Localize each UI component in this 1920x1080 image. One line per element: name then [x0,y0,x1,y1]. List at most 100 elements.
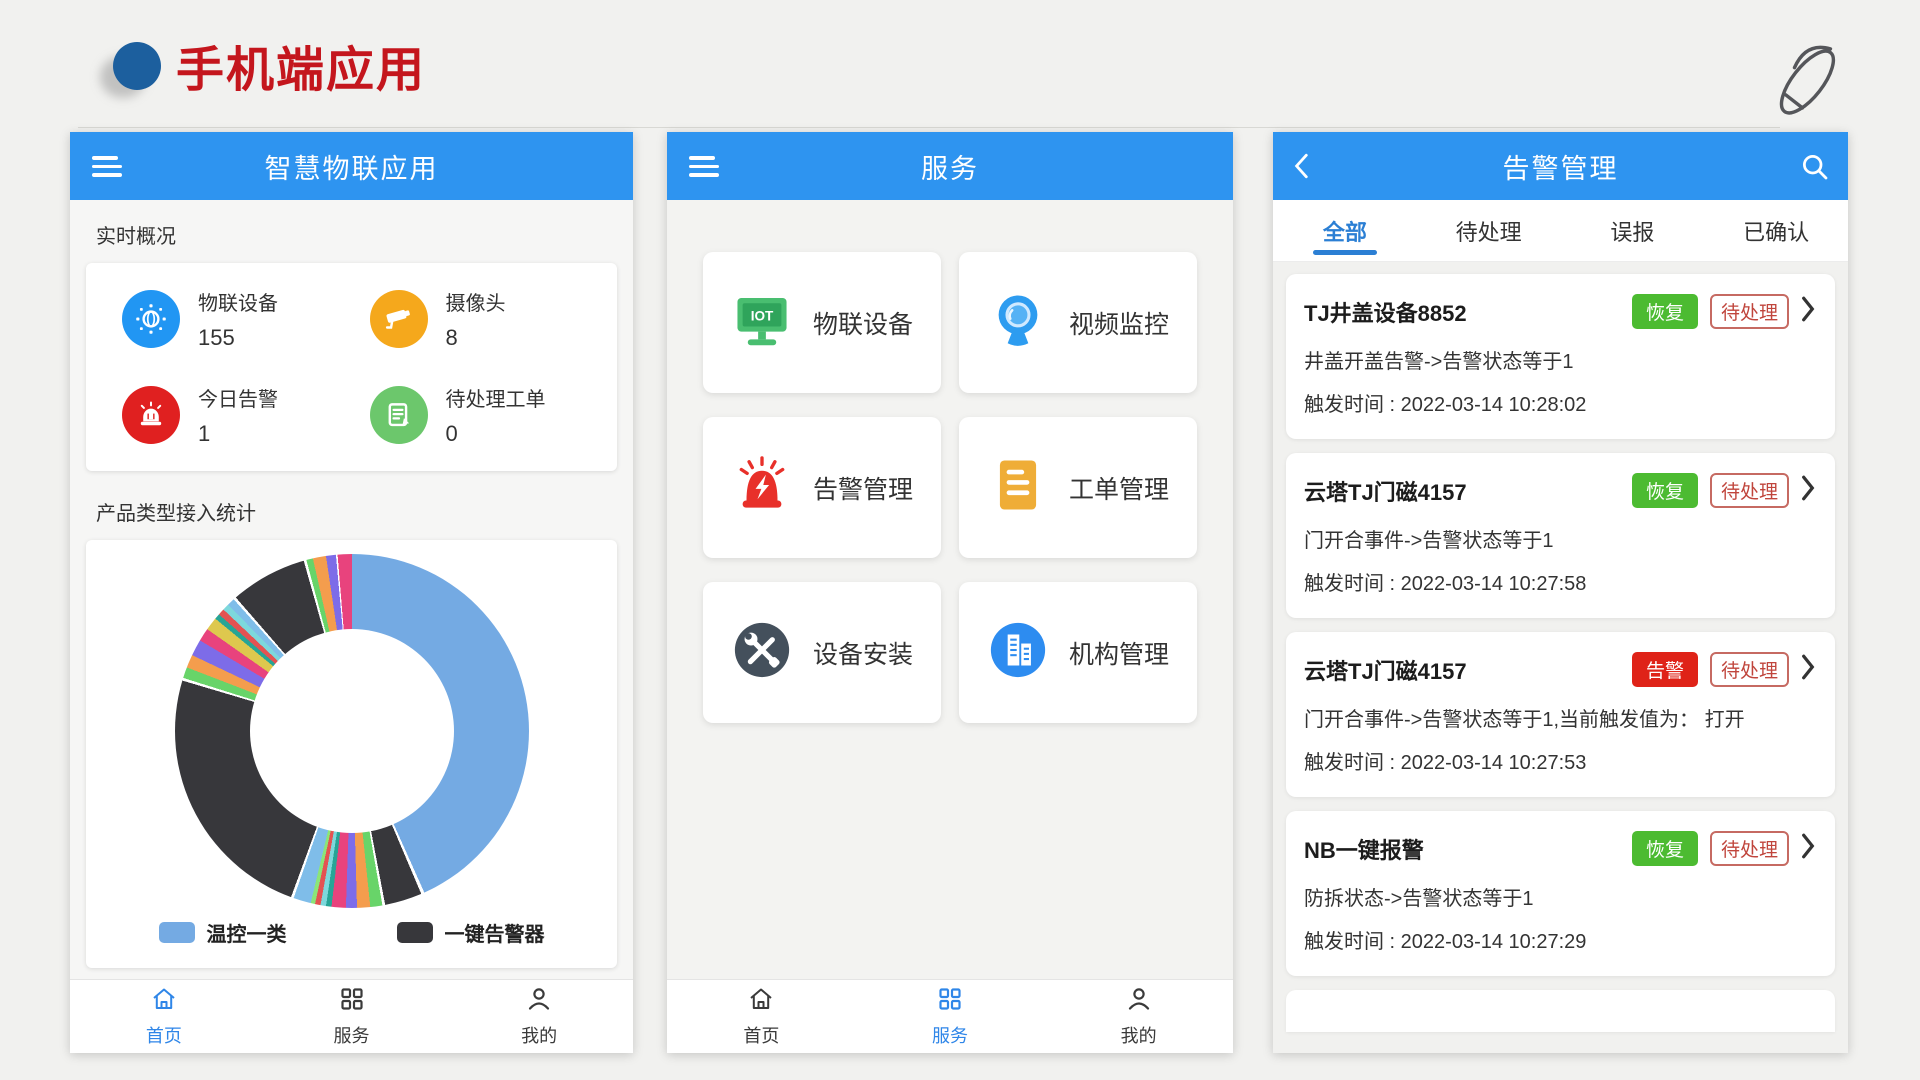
status-badge: 恢复 [1632,473,1698,508]
status-badge: 恢复 [1632,831,1698,866]
tab-pending[interactable]: 待处理 [1417,200,1561,261]
svg-text:IOT: IOT [751,309,774,324]
alarm-trigger-time: 触发时间 : 2022-03-14 10:28:02 [1304,388,1817,417]
iot-monitor-icon: IOT [731,289,793,356]
page-title: 手机端应用 [176,30,426,100]
home-icon [747,985,775,1018]
stat-label: 待处理工单 [446,383,546,412]
stat-pending-workorders[interactable]: 待处理工单 0 [352,383,600,447]
stat-value: 8 [446,325,506,351]
tab-all[interactable]: 全部 [1273,200,1417,261]
alarm-list: TJ井盖设备8852 恢复 待处理 井盖开盖告警->告警状态等于1 触发时间 :… [1273,262,1848,1032]
tab-confirmed[interactable]: 已确认 [1704,200,1848,261]
section-label-realtime: 实时概况 [70,200,633,261]
legend-swatch [159,922,195,943]
service-workorder-management[interactable]: 工单管理 [959,417,1197,558]
nav-home[interactable]: 首页 [70,985,258,1048]
stat-value: 0 [446,421,546,447]
chevron-right-icon[interactable] [1799,653,1817,686]
alarm-card[interactable]: NB一键报警 恢复 待处理 防拆状态->告警状态等于1 触发时间 : 2022-… [1286,811,1835,976]
chevron-right-icon[interactable] [1799,295,1817,328]
alarm-description: 门开合事件->告警状态等于1,当前触发值为： 打开 [1304,703,1817,732]
divider-line [78,127,1780,128]
alarm-trigger-time: 触发时间 : 2022-03-14 10:27:29 [1304,925,1817,954]
alarm-card-partial [1286,990,1835,1032]
stat-label: 物联设备 [198,287,278,316]
alarm-card[interactable]: 云塔TJ门磁4157 告警 待处理 门开合事件->告警状态等于1,当前触发值为：… [1286,632,1835,797]
home-icon [150,985,178,1018]
alarm-trigger-time: 触发时间 : 2022-03-14 10:27:58 [1304,567,1817,596]
legend-item: 温控一类 [159,918,287,947]
alarm-icon [122,386,180,444]
alarm-card[interactable]: TJ井盖设备8852 恢复 待处理 井盖开盖告警->告警状态等于1 触发时间 :… [1286,274,1835,439]
chart-legend: 温控一类 一键告警器 [159,918,545,947]
tab-false-alarm[interactable]: 误报 [1561,200,1705,261]
stat-today-alarms[interactable]: 今日告警 1 [104,383,352,447]
back-icon[interactable] [1289,152,1315,185]
alarm-title: 云塔TJ门磁4157 [1304,475,1632,507]
bottom-nav: 首页 服务 我的 [667,979,1233,1053]
iot-network-icon [122,290,180,348]
service-video-monitoring[interactable]: 视频监控 [959,252,1197,393]
pending-tag-badge: 待处理 [1710,831,1789,866]
stat-label: 今日告警 [198,383,278,412]
workorder-icon [370,386,428,444]
nav-services[interactable]: 服务 [856,985,1045,1048]
nav-profile[interactable]: 我的 [1044,985,1233,1048]
realtime-stats-card: 物联设备 155 摄像头 8 [86,263,617,471]
pending-tag-badge: 待处理 [1710,473,1789,508]
appbar-title: 服务 [921,147,979,186]
pending-tag-badge: 待处理 [1710,652,1789,687]
product-type-chart-card: 温控一类 一键告警器 [86,540,617,968]
stat-label: 摄像头 [446,287,506,316]
nav-profile[interactable]: 我的 [445,985,633,1048]
bottom-nav: 首页 服务 我的 [70,979,633,1053]
building-icon [987,619,1049,686]
pending-tag-badge: 待处理 [1710,294,1789,329]
stat-cameras[interactable]: 摄像头 8 [352,287,600,351]
alarm-trigger-time: 触发时间 : 2022-03-14 10:27:53 [1304,746,1817,775]
alarm-filter-tabs: 全部 待处理 误报 已确认 [1273,200,1848,262]
appbar-title: 告警管理 [1503,147,1619,186]
grid-icon [338,985,366,1018]
tools-icon [731,619,793,686]
webcam-icon [987,289,1049,356]
service-device-installation[interactable]: 设备安装 [703,582,941,723]
appbar: 服务 [667,132,1233,200]
phone-screen-dashboard: 智慧物联应用 实时概况 物联设备 155 [70,132,633,1053]
status-badge: 告警 [1632,652,1698,687]
donut-chart [175,554,529,908]
legend-swatch [397,922,433,943]
user-icon [1125,985,1153,1018]
phone-screen-alarm-management: 告警管理 全部 待处理 误报 已确认 TJ井盖设备8852 恢复 待处理 井盖开… [1273,132,1848,1053]
service-iot-devices[interactable]: IOT 物联设备 [703,252,941,393]
alarm-title: NB一键报警 [1304,833,1632,865]
alarm-description: 防拆状态->告警状态等于1 [1304,882,1817,911]
service-alarm-management[interactable]: 告警管理 [703,417,941,558]
legend-item: 一键告警器 [397,918,545,947]
camera-icon [370,290,428,348]
stat-value: 155 [198,325,278,351]
alarm-title: TJ井盖设备8852 [1304,296,1632,328]
siren-icon [731,454,793,521]
search-icon[interactable] [1800,152,1830,187]
chevron-right-icon[interactable] [1799,832,1817,865]
appbar: 告警管理 [1273,132,1848,200]
menu-icon[interactable] [689,156,719,182]
alarm-description: 井盖开盖告警->告警状态等于1 [1304,345,1817,374]
menu-icon[interactable] [92,156,122,182]
status-badge: 恢复 [1632,294,1698,329]
nav-home[interactable]: 首页 [667,985,856,1048]
title-bullet [113,42,161,90]
nav-services[interactable]: 服务 [258,985,446,1048]
section-label-chart: 产品类型接入统计 [70,477,633,538]
stat-iot-devices[interactable]: 物联设备 155 [104,287,352,351]
user-icon [525,985,553,1018]
pen-icon [1762,36,1850,133]
service-organization-management[interactable]: 机构管理 [959,582,1197,723]
chevron-right-icon[interactable] [1799,474,1817,507]
phone-screen-services: 服务 IOT 物联设备 [667,132,1233,1053]
appbar: 智慧物联应用 [70,132,633,200]
alarm-title: 云塔TJ门磁4157 [1304,654,1632,686]
alarm-card[interactable]: 云塔TJ门磁4157 恢复 待处理 门开合事件->告警状态等于1 触发时间 : … [1286,453,1835,618]
